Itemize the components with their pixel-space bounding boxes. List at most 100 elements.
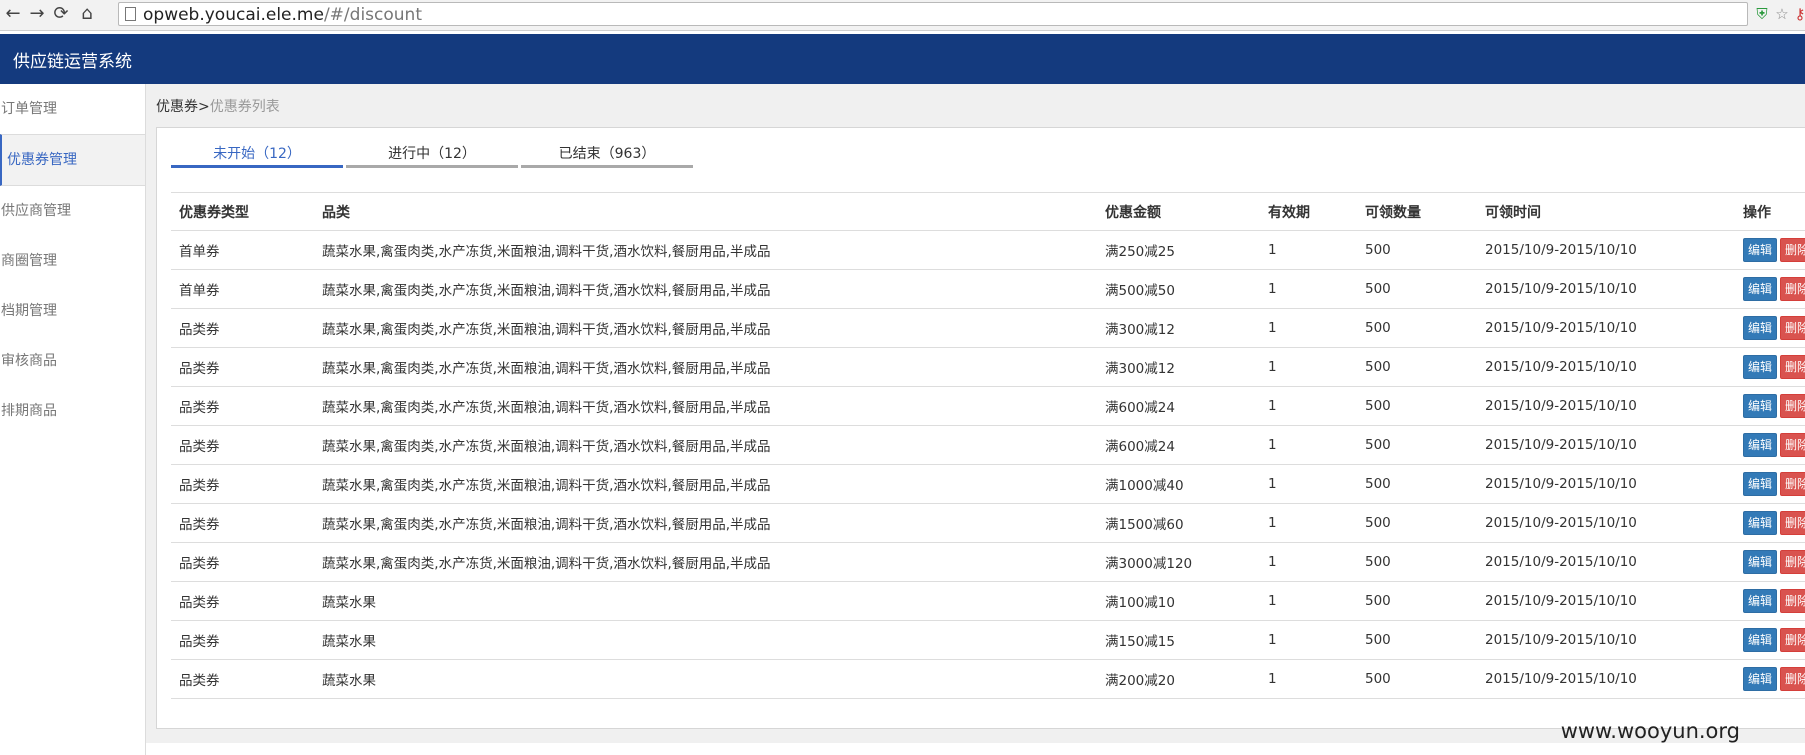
cell-amount: 满1500减60 xyxy=(1097,503,1260,543)
edit-button[interactable]: 编辑 xyxy=(1743,667,1778,691)
table-row: 品类券 蔬菜水果,禽蛋肉类,水产冻货,米面粮油,调料干货,酒水饮料,餐厨用品,半成… xyxy=(171,503,1805,543)
table-row: 品类券 蔬菜水果,禽蛋肉类,水产冻货,米面粮油,调料干货,酒水饮料,餐厨用品,半成… xyxy=(171,464,1805,504)
breadcrumb: 优惠券>优惠券列表 xyxy=(156,96,280,116)
edit-button[interactable]: 编辑 xyxy=(1743,628,1778,652)
sidebar-item-business-districts[interactable]: 商圈管理 xyxy=(0,236,145,286)
cell-time: 2015/10/9-2015/10/10 xyxy=(1477,230,1735,270)
cell-type: 品类券 xyxy=(171,503,314,543)
reload-icon[interactable]: ⟳ xyxy=(50,3,72,25)
cell-actions: 编辑删除 xyxy=(1735,347,1805,387)
delete-button[interactable]: 删除 xyxy=(1780,394,1805,418)
edit-button[interactable]: 编辑 xyxy=(1743,511,1778,535)
cell-time: 2015/10/9-2015/10/10 xyxy=(1477,542,1735,582)
edit-button[interactable]: 编辑 xyxy=(1743,589,1778,613)
breadcrumb-parent[interactable]: 优惠券 xyxy=(156,99,198,115)
col-header-time: 可领时间 xyxy=(1477,192,1735,231)
edit-button[interactable]: 编辑 xyxy=(1743,277,1778,301)
edit-button[interactable]: 编辑 xyxy=(1743,316,1778,340)
table-row: 首单券 蔬菜水果,禽蛋肉类,水产冻货,米面粮油,调料干货,酒水饮料,餐厨用品,半成… xyxy=(171,230,1805,270)
delete-button[interactable]: 删除 xyxy=(1780,628,1805,652)
delete-button[interactable]: 删除 xyxy=(1780,277,1805,301)
cell-type: 品类券 xyxy=(171,542,314,582)
cell-actions: 编辑删除 xyxy=(1735,230,1805,270)
col-header-type: 优惠券类型 xyxy=(171,192,314,231)
watermark-text: www.wooyun.org xyxy=(1560,719,1740,743)
home-icon[interactable]: ⌂ xyxy=(76,3,98,25)
sidebar-item-coupons[interactable]: 优惠券管理 xyxy=(0,134,145,186)
edit-button[interactable]: 编辑 xyxy=(1743,238,1778,262)
cell-actions: 编辑删除 xyxy=(1735,308,1805,348)
delete-button[interactable]: 删除 xyxy=(1780,589,1805,613)
key-icon[interactable]: ⚷ xyxy=(1790,4,1805,24)
cell-quantity: 500 xyxy=(1357,464,1477,504)
edit-button[interactable]: 编辑 xyxy=(1743,355,1778,379)
sidebar-item-scheduled-products[interactable]: 排期商品 xyxy=(0,386,145,436)
tab-in-progress[interactable]: 进行中（12） xyxy=(346,143,518,168)
back-arrow-icon[interactable]: ← xyxy=(2,3,24,25)
delete-button[interactable]: 删除 xyxy=(1780,550,1805,574)
cell-time: 2015/10/9-2015/10/10 xyxy=(1477,269,1735,309)
cell-validity: 1 xyxy=(1260,230,1357,270)
delete-button[interactable]: 删除 xyxy=(1780,511,1805,535)
cell-time: 2015/10/9-2015/10/10 xyxy=(1477,308,1735,348)
tab-not-started[interactable]: 未开始（12） xyxy=(171,143,343,168)
table-row: 品类券 蔬菜水果,禽蛋肉类,水产冻货,米面粮油,调料干货,酒水饮料,餐厨用品,半成… xyxy=(171,425,1805,465)
url-text[interactable]: opweb.youcai.ele.me/#/discount xyxy=(143,5,422,25)
col-header-validity: 有效期 xyxy=(1260,192,1357,231)
cell-category: 蔬菜水果,禽蛋肉类,水产冻货,米面粮油,调料干货,酒水饮料,餐厨用品,半成品 xyxy=(314,464,1097,504)
delete-button[interactable]: 删除 xyxy=(1780,433,1805,457)
cell-category: 蔬菜水果 xyxy=(314,581,1097,621)
cell-quantity: 500 xyxy=(1357,620,1477,660)
cell-validity: 1 xyxy=(1260,386,1357,426)
delete-button[interactable]: 删除 xyxy=(1780,355,1805,379)
cell-quantity: 500 xyxy=(1357,269,1477,309)
bookmark-star-icon[interactable]: ☆ xyxy=(1772,4,1792,24)
col-header-actions: 操作 xyxy=(1735,192,1805,231)
cell-time: 2015/10/9-2015/10/10 xyxy=(1477,581,1735,621)
cell-actions: 编辑删除 xyxy=(1735,659,1805,699)
delete-button[interactable]: 删除 xyxy=(1780,472,1805,496)
forward-arrow-icon[interactable]: → xyxy=(26,3,48,25)
edit-button[interactable]: 编辑 xyxy=(1743,394,1778,418)
cell-type: 品类券 xyxy=(171,659,314,699)
shield-icon[interactable]: ⛨ xyxy=(1752,4,1772,24)
cell-validity: 1 xyxy=(1260,581,1357,621)
cell-type: 品类券 xyxy=(171,581,314,621)
sidebar-item-schedules[interactable]: 档期管理 xyxy=(0,286,145,336)
url-host: opweb.youcai.ele.me xyxy=(143,5,324,25)
edit-button[interactable]: 编辑 xyxy=(1743,550,1778,574)
cell-quantity: 500 xyxy=(1357,425,1477,465)
sidebar-item-suppliers[interactable]: 供应商管理 xyxy=(0,186,145,236)
cell-amount: 满500减50 xyxy=(1097,269,1260,309)
cell-quantity: 500 xyxy=(1357,503,1477,543)
page-icon xyxy=(125,7,136,21)
cell-validity: 1 xyxy=(1260,542,1357,582)
cell-quantity: 500 xyxy=(1357,308,1477,348)
cell-validity: 1 xyxy=(1260,659,1357,699)
cell-category: 蔬菜水果,禽蛋肉类,水产冻货,米面粮油,调料干货,酒水饮料,餐厨用品,半成品 xyxy=(314,269,1097,309)
cell-quantity: 500 xyxy=(1357,230,1477,270)
cell-actions: 编辑删除 xyxy=(1735,464,1805,504)
cell-type: 品类券 xyxy=(171,464,314,504)
edit-button[interactable]: 编辑 xyxy=(1743,472,1778,496)
tab-ended[interactable]: 已结束（963） xyxy=(521,143,693,168)
app-title: 供应链运营系统 xyxy=(13,52,132,72)
delete-button[interactable]: 删除 xyxy=(1780,238,1805,262)
coupon-table: 优惠券类型 品类 优惠金额 有效期 可领数量 可领时间 操作 首单券 蔬菜水果,禽… xyxy=(171,192,1805,699)
cell-category: 蔬菜水果,禽蛋肉类,水产冻货,米面粮油,调料干货,酒水饮料,餐厨用品,半成品 xyxy=(314,542,1097,582)
cell-validity: 1 xyxy=(1260,269,1357,309)
sidebar-item-orders[interactable]: 订单管理 xyxy=(0,84,145,134)
sidebar-item-review-products[interactable]: 审核商品 xyxy=(0,336,145,386)
table-body: 首单券 蔬菜水果,禽蛋肉类,水产冻货,米面粮油,调料干货,酒水饮料,餐厨用品,半成… xyxy=(171,230,1805,699)
main-content: 优惠券>优惠券列表 未开始（12） 进行中（12） 已结束（963） 优惠券类型… xyxy=(146,84,1805,755)
delete-button[interactable]: 删除 xyxy=(1780,316,1805,340)
cell-amount: 满3000减120 xyxy=(1097,542,1260,582)
delete-button[interactable]: 删除 xyxy=(1780,667,1805,691)
cell-time: 2015/10/9-2015/10/10 xyxy=(1477,347,1735,387)
cell-amount: 满600减24 xyxy=(1097,386,1260,426)
edit-button[interactable]: 编辑 xyxy=(1743,433,1778,457)
cell-time: 2015/10/9-2015/10/10 xyxy=(1477,425,1735,465)
cell-type: 品类券 xyxy=(171,308,314,348)
cell-time: 2015/10/9-2015/10/10 xyxy=(1477,503,1735,543)
address-bar[interactable]: opweb.youcai.ele.me/#/discount xyxy=(118,2,1748,26)
